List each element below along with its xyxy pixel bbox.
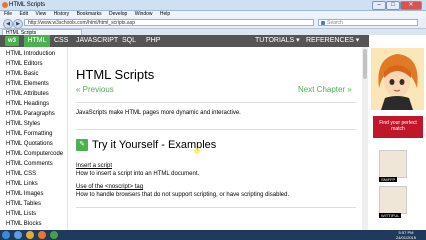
explorer-icon[interactable] <box>26 231 34 239</box>
ie-icon[interactable] <box>14 231 22 239</box>
sidebar-item-html-tables[interactable]: HTML Tables <box>6 201 41 207</box>
divider <box>76 129 356 130</box>
example-link-insert-script[interactable]: Insert a script <box>76 163 112 169</box>
menu-develop[interactable]: Develop <box>109 11 127 17</box>
ad-thumbnail-1-label: SNIFFP <box>379 177 398 182</box>
maximize-button[interactable]: □ <box>386 1 400 10</box>
minimize-button[interactable]: – <box>372 1 386 10</box>
divider <box>76 102 356 103</box>
menu-window[interactable]: Window <box>135 11 153 17</box>
next-chapter-link[interactable]: Next Chapter » <box>298 85 352 94</box>
sidebar-item-html-quotations[interactable]: HTML Quotations <box>6 141 53 147</box>
search-engine-icon <box>321 21 325 25</box>
example-desc-noscript: How to handle browsers that do not suppo… <box>76 192 290 198</box>
window-titlebar: HTML Scripts – □ ✕ <box>0 0 426 11</box>
system-clock[interactable]: 5:57 PM 24/01/2015 <box>392 230 420 240</box>
search-input[interactable]: Search <box>318 19 418 26</box>
sidebar-item-html-editors[interactable]: HTML Editors <box>6 61 42 67</box>
close-button[interactable]: ✕ <box>400 1 422 10</box>
find-match-label: Find your perfect match <box>379 120 417 132</box>
sidebar-item-html-paragraphs[interactable]: HTML Paragraphs <box>6 111 55 117</box>
menu-edit[interactable]: Edit <box>19 11 28 17</box>
try-it-icon: ✎ <box>76 139 88 151</box>
advertisement[interactable]: Find your perfect match SNIFFP WITTIFUL <box>369 35 426 230</box>
sidebar-item-html-formatting[interactable]: HTML Formatting <box>6 131 52 137</box>
scrollbar-thumb[interactable] <box>363 49 367 79</box>
nav-sql[interactable]: SQL <box>122 35 136 47</box>
forward-button[interactable]: ▶ <box>13 19 23 29</box>
sidebar-item-html-images[interactable]: HTML Images <box>6 191 43 197</box>
window-title: HTML Scripts <box>9 2 46 8</box>
find-match-button[interactable]: Find your perfect match <box>373 116 423 138</box>
ad-thumbnail-2[interactable] <box>379 186 407 214</box>
previous-link[interactable]: « Previous <box>76 85 114 94</box>
navigation-toolbar: ◀ ▶ http://www.w3schools.com/html/html_s… <box>0 18 426 29</box>
nav-css[interactable]: CSS <box>54 35 68 47</box>
back-button[interactable]: ◀ <box>3 19 13 29</box>
address-bar[interactable]: http://www.w3schools.com/html/html_scrip… <box>24 19 314 26</box>
divider <box>76 207 356 208</box>
sidebar-item-html-styles[interactable]: HTML Styles <box>6 121 40 127</box>
ad-thumbnail-2-label: WITTIFUL <box>379 213 402 218</box>
menu-bookmarks[interactable]: Bookmarks <box>77 11 102 17</box>
mouse-cursor-highlight <box>194 148 200 154</box>
taskbar: 5:57 PM 24/01/2015 <box>0 230 426 240</box>
sidebar: HTML Introduction HTML Editors HTML Basi… <box>0 47 68 230</box>
sidebar-item-html-comments[interactable]: HTML Comments <box>6 161 53 167</box>
example-link-noscript[interactable]: Use of the <noscript> tag <box>76 184 143 190</box>
nav-tutorials[interactable]: TUTORIALS ▾ <box>255 35 300 47</box>
nav-html[interactable]: HTML <box>24 35 50 47</box>
sidebar-item-html-attributes[interactable]: HTML Attributes <box>6 91 49 97</box>
example-desc-insert-script: How to insert a script into an HTML docu… <box>76 171 200 177</box>
menu-bar: File Edit View History Bookmarks Develop… <box>0 11 426 18</box>
nav-php[interactable]: PHP <box>146 35 160 47</box>
search-placeholder: Search <box>327 20 343 26</box>
site-navbar: w3 HTML CSS JAVASCRIPT SQL PHP TUTORIALS… <box>0 35 369 47</box>
ad-thumbnail-1[interactable] <box>379 150 407 178</box>
w3schools-logo[interactable]: w3 <box>5 36 19 46</box>
menu-file[interactable]: File <box>4 11 12 17</box>
clock-date: 24/01/2015 <box>395 235 417 240</box>
firefox-icon <box>2 2 8 8</box>
menu-history[interactable]: History <box>54 11 70 17</box>
sidebar-item-html-elements[interactable]: HTML Elements <box>6 81 49 87</box>
scrollbar[interactable] <box>362 47 368 230</box>
sidebar-item-html-basic[interactable]: HTML Basic <box>6 71 38 77</box>
sidebar-item-html-headings[interactable]: HTML Headings <box>6 101 49 107</box>
sidebar-item-html-links[interactable]: HTML Links <box>6 181 38 187</box>
intro-text: JavaScripts make HTML pages more dynamic… <box>76 110 241 116</box>
page-title: HTML Scripts <box>76 67 155 82</box>
menu-view[interactable]: View <box>35 11 46 17</box>
app-icon[interactable] <box>50 231 58 239</box>
menu-help[interactable]: Help <box>160 11 170 17</box>
firefox-taskbar-icon[interactable] <box>38 231 46 239</box>
sidebar-item-html-blocks[interactable]: HTML Blocks <box>6 221 41 227</box>
nav-javascript[interactable]: JAVASCRIPT <box>76 35 118 47</box>
sidebar-item-html-lists[interactable]: HTML Lists <box>6 211 36 217</box>
main-content: HTML Scripts « Previous Next Chapter » J… <box>68 47 361 230</box>
sidebar-item-html-css[interactable]: HTML CSS <box>6 171 36 177</box>
nav-references[interactable]: REFERENCES ▾ <box>306 35 359 47</box>
sidebar-item-html-computercode[interactable]: HTML Computercode <box>6 151 63 157</box>
start-button[interactable] <box>2 231 10 239</box>
sidebar-item-html-introduction[interactable]: HTML Introduction <box>6 51 55 57</box>
ad-character-image <box>371 48 424 110</box>
